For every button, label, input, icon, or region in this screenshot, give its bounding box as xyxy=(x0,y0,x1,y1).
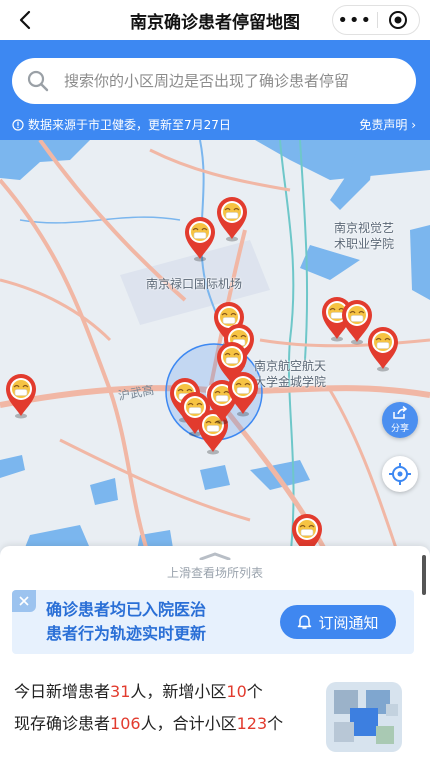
stats-summary: 今日新增患者31人，新增小区10个 现存确诊患者106人，合计小区123个 xyxy=(14,676,283,740)
aero-college-line1: 南京航空航天 xyxy=(254,359,327,373)
map-label-aero-college: 南京航空航天 大学金城学院 xyxy=(254,358,326,390)
share-button[interactable]: 分享 xyxy=(382,402,418,438)
notice-banner: 确诊患者均已入院医治 患者行为轨迹实时更新 订阅通知 xyxy=(12,590,414,654)
app-root: 南京确诊患者停留地图 ••• 数据来源于市卫健委，更新至7月27日 免责声明 › xyxy=(0,0,430,761)
search-icon xyxy=(27,70,49,92)
bottom-sheet[interactable]: 上滑查看场所列表 确诊患者均已入院医治 患者行为轨迹实时更新 订阅通知 今日新增… xyxy=(0,546,430,761)
map-view[interactable]: 南京禄口国际机场 南京视觉艺 术职业学院 南京航空航天 大学金城学院 沪武高 分… xyxy=(0,140,430,560)
stats-today-patients: 31 xyxy=(110,682,131,701)
info-icon xyxy=(12,118,24,131)
share-icon xyxy=(393,406,408,419)
mini-program-capsule: ••• xyxy=(332,5,420,35)
stats-total-communities: 123 xyxy=(236,714,268,733)
stats-today-prefix: 今日新增患者 xyxy=(14,682,111,701)
crosshair-icon xyxy=(389,463,411,485)
stats-today-mid: 人，新增小区 xyxy=(130,682,227,701)
back-button[interactable] xyxy=(12,6,38,34)
notice-line1: 确诊患者均已入院医治 xyxy=(46,600,207,619)
stats-total-suffix: 个 xyxy=(267,714,284,733)
share-label: 分享 xyxy=(390,424,409,434)
data-source-text: 数据来源于市卫健委，更新至7月27日 xyxy=(28,118,231,132)
search-band: 数据来源于市卫健委，更新至7月27日 免责声明 › xyxy=(0,40,430,140)
stats-line-today: 今日新增患者31人，新增小区10个 xyxy=(14,676,283,708)
scrollbar[interactable] xyxy=(422,555,426,595)
map-label-airport: 南京禄口国际机场 xyxy=(146,277,243,291)
notice-text: 确诊患者均已入院医治 患者行为轨迹实时更新 xyxy=(46,598,206,646)
map-label-art-college: 南京视觉艺 术职业学院 xyxy=(334,220,394,252)
patient-pin-icon[interactable] xyxy=(366,325,400,373)
search-input[interactable] xyxy=(64,72,416,90)
stats-total-prefix: 现存确诊患者 xyxy=(14,714,111,733)
aero-college-line2: 大学金城学院 xyxy=(254,375,327,389)
stats-total-mid: 人，合计小区 xyxy=(140,714,237,733)
stats-line-total: 现存确诊患者106人，合计小区123个 xyxy=(14,708,283,740)
stats-total-patients: 106 xyxy=(110,714,141,733)
sheet-handle-icon[interactable] xyxy=(198,552,232,560)
qr-code-image xyxy=(316,664,412,760)
data-source: 数据来源于市卫健委，更新至7月27日 xyxy=(12,116,231,133)
chevron-left-icon xyxy=(19,10,31,30)
notice-line2: 患者行为轨迹实时更新 xyxy=(46,624,207,643)
close-icon xyxy=(19,596,29,606)
page-title: 南京确诊患者停留地图 xyxy=(130,12,300,33)
patient-pin-icon[interactable] xyxy=(215,195,249,243)
stats-today-communities: 10 xyxy=(226,682,247,701)
locate-button[interactable] xyxy=(382,456,418,492)
patient-pin-icon[interactable] xyxy=(183,215,217,263)
subscribe-label: 订阅通知 xyxy=(318,613,379,632)
patient-pin-icon[interactable] xyxy=(4,372,38,420)
art-college-line1: 南京视觉艺 xyxy=(334,221,395,235)
patient-pin-icon[interactable] xyxy=(226,370,260,418)
bell-icon xyxy=(298,615,312,629)
close-miniprogram-button[interactable] xyxy=(377,6,419,34)
stats-today-suffix: 个 xyxy=(246,682,263,701)
subscribe-button[interactable]: 订阅通知 xyxy=(280,605,396,639)
target-close-icon xyxy=(389,11,408,29)
art-college-line2: 术职业学院 xyxy=(334,237,395,251)
search-bar[interactable] xyxy=(12,58,416,104)
more-button[interactable]: ••• xyxy=(333,6,377,34)
top-bar: 南京确诊患者停留地图 ••• xyxy=(0,0,430,40)
disclaimer-link[interactable]: 免责声明 › xyxy=(359,116,416,133)
swipe-hint: 上滑查看场所列表 xyxy=(166,566,263,580)
notice-close-button[interactable] xyxy=(12,590,36,612)
